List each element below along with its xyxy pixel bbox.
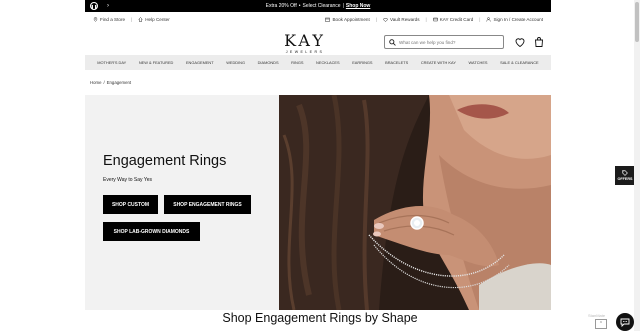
kay-logo[interactable]: KAY JEWELERS xyxy=(280,31,330,55)
main-nav: Mother's Day New & Featured Engagement W… xyxy=(85,55,551,70)
find-store-label: Find a Store xyxy=(100,17,126,22)
nav-item-wedding[interactable]: Wedding xyxy=(226,60,245,65)
back-to-top-button[interactable]: ⌃ xyxy=(595,319,607,329)
diamond-icon xyxy=(382,18,388,22)
scrollbar-thumb[interactable] xyxy=(635,2,639,42)
shopping-bag-icon[interactable] xyxy=(533,36,545,48)
help-center-link[interactable]: Help Center xyxy=(138,17,170,22)
separator: | xyxy=(425,17,427,22)
find-store-link[interactable]: Find a Store xyxy=(93,17,125,22)
book-appointment-link[interactable]: Book Appointment xyxy=(325,17,370,22)
breadcrumb-home[interactable]: Home xyxy=(90,80,101,85)
breadcrumb-current: Engagement xyxy=(106,80,132,85)
promo-clearance-text: Select Clearance xyxy=(302,3,341,9)
location-pin-icon xyxy=(93,17,98,22)
utility-bar: Find a Store | Help Center Book Appointm… xyxy=(85,14,551,26)
heart-icon[interactable] xyxy=(514,36,526,48)
search-input[interactable] xyxy=(399,39,499,45)
logo-wordmark: KAY xyxy=(284,31,326,50)
hero-image xyxy=(279,95,551,310)
calendar-icon xyxy=(325,17,331,22)
separator: | xyxy=(375,17,377,22)
nav-item-watches[interactable]: Watches xyxy=(469,60,488,65)
hero-subtitle: Every Way to Say Yes xyxy=(103,177,153,183)
pause-icon[interactable]: ❚❚ xyxy=(90,2,98,10)
separator: | xyxy=(479,17,481,22)
nav-item-rings[interactable]: Rings xyxy=(291,60,303,65)
book-appointment-label: Book Appointment xyxy=(332,17,370,22)
shop-now-link[interactable]: Shop Now xyxy=(346,3,370,9)
nav-item-create-with-kay[interactable]: Create with KAY xyxy=(421,60,456,65)
home-icon xyxy=(138,17,143,22)
section-title: Shop Engagement Rings by Shape xyxy=(222,311,418,325)
shop-custom-button[interactable]: Shop Custom xyxy=(103,195,158,214)
nav-item-earrings[interactable]: Earrings xyxy=(352,60,372,65)
chat-button[interactable] xyxy=(616,313,634,331)
help-center-label: Help Center xyxy=(145,17,170,22)
credit-card-link[interactable]: KAY Credit Card xyxy=(432,17,474,22)
search-box[interactable] xyxy=(384,35,504,49)
credit-card-icon xyxy=(432,17,438,22)
shop-engagement-rings-button[interactable]: Shop Engagement Rings xyxy=(164,195,251,214)
search-icon[interactable] xyxy=(389,38,396,46)
offers-tab[interactable]: OFFERS xyxy=(615,166,635,185)
chevron-up-icon: ⌃ xyxy=(598,321,604,327)
promo-text: Extra 20% Off xyxy=(265,3,297,9)
promo-message: Extra 20% Off • Select Clearance | Shop … xyxy=(266,3,371,9)
offers-label: OFFERS xyxy=(617,177,633,181)
scrollbar[interactable] xyxy=(634,0,640,331)
nav-item-bracelets[interactable]: Bracelets xyxy=(385,60,408,65)
nav-item-sale-clearance[interactable]: Sale & Clearance xyxy=(500,60,539,65)
chat-bubble-icon xyxy=(620,318,630,327)
sign-in-label: Sign In / Create Account xyxy=(493,17,543,22)
nav-item-necklaces[interactable]: Necklaces xyxy=(316,60,340,65)
nav-item-diamonds[interactable]: Diamonds xyxy=(258,60,279,65)
nav-item-new-featured[interactable]: New & Featured xyxy=(139,60,174,65)
breadcrumb-separator: / xyxy=(103,80,105,85)
breadcrumb: Home / Engagement xyxy=(90,80,131,85)
separator: | xyxy=(131,17,133,22)
vault-rewards-label: Vault Rewards xyxy=(389,17,420,22)
nav-item-engagement[interactable]: Engagement xyxy=(186,60,214,65)
sign-in-link[interactable]: Sign In / Create Account xyxy=(486,17,543,22)
credit-card-label: KAY Credit Card xyxy=(439,17,474,22)
logo-subtitle: JEWELERS xyxy=(285,50,325,54)
page-title: Engagement Rings xyxy=(103,153,227,169)
shop-lab-grown-diamonds-button[interactable]: Shop Lab-Grown Diamonds xyxy=(103,222,200,241)
user-icon xyxy=(486,17,492,22)
page: ❚❚ › Extra 20% Off • Select Clearance | … xyxy=(0,0,640,331)
promo-bullet: • xyxy=(298,3,301,9)
tag-icon xyxy=(622,170,628,176)
promo-bar: ❚❚ › Extra 20% Off • Select Clearance | … xyxy=(85,0,551,12)
chevron-right-icon[interactable]: › xyxy=(104,2,112,10)
nav-item-mothers-day[interactable]: Mother's Day xyxy=(97,60,126,65)
vault-rewards-link[interactable]: Vault Rewards xyxy=(382,17,420,22)
promo-divider: | xyxy=(342,3,344,9)
watermark: StanMate xyxy=(588,313,606,318)
